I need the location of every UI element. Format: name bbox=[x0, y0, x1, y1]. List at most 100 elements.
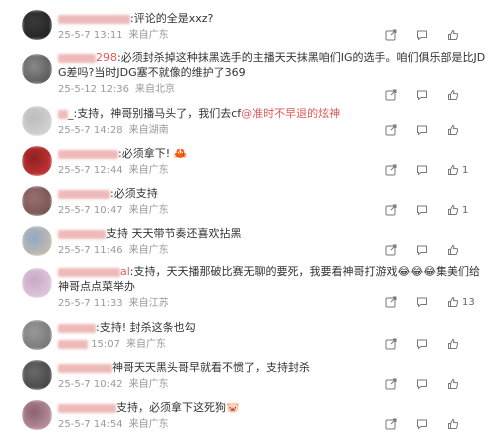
comment-text: al:支持，天天播那破比赛无聊的要死，我要看神哥打游戏😂😂😂集美们给神哥点点菜举… bbox=[58, 264, 486, 294]
share-button[interactable] bbox=[385, 28, 416, 42]
comment-content: :评论的全是xxz? bbox=[130, 12, 214, 25]
username-redacted[interactable] bbox=[58, 267, 120, 277]
like-icon bbox=[447, 204, 459, 216]
share-button[interactable] bbox=[385, 417, 416, 431]
like-button[interactable] bbox=[447, 243, 478, 257]
avatar[interactable] bbox=[22, 106, 52, 136]
comment-time: 25-5-12 12:36 bbox=[58, 84, 130, 95]
reply-button[interactable] bbox=[416, 88, 447, 102]
comment-actions bbox=[385, 123, 478, 137]
reply-button[interactable] bbox=[416, 377, 447, 391]
date-redacted bbox=[58, 339, 88, 349]
share-button[interactable] bbox=[385, 203, 416, 217]
like-icon bbox=[447, 244, 459, 256]
username-redacted[interactable] bbox=[58, 363, 112, 373]
reply-button[interactable] bbox=[416, 417, 447, 431]
comment-time: 25-5-7 11:46 bbox=[58, 245, 123, 256]
comment-location: 来自广东 bbox=[126, 339, 167, 350]
comment-time: 25-5-7 10:47 bbox=[58, 205, 123, 216]
comment-location: 来自湖南 bbox=[128, 125, 169, 136]
comment-location: 来自广东 bbox=[128, 245, 169, 256]
comment-actions: 1 bbox=[385, 203, 478, 217]
reply-button[interactable] bbox=[416, 163, 447, 177]
comment-text: 支持 天天带节奏还喜欢拈黑 bbox=[58, 226, 486, 241]
comment-text: :支持! 封杀这条也勾 bbox=[58, 320, 486, 335]
avatar[interactable] bbox=[22, 54, 52, 84]
like-icon bbox=[447, 418, 459, 430]
reply-button[interactable] bbox=[416, 28, 447, 42]
username-tail[interactable]: 298 bbox=[96, 51, 117, 64]
comment-location: 来自广东 bbox=[128, 205, 169, 216]
share-button[interactable] bbox=[385, 243, 416, 257]
like-button[interactable]: 13 bbox=[447, 295, 478, 309]
avatar[interactable] bbox=[22, 10, 52, 40]
comment-icon bbox=[416, 418, 428, 430]
comment-time: 15:07 bbox=[91, 339, 121, 350]
username-redacted[interactable] bbox=[58, 14, 130, 24]
username-redacted[interactable] bbox=[58, 229, 106, 239]
avatar[interactable] bbox=[22, 400, 52, 430]
username-redacted[interactable] bbox=[58, 189, 110, 199]
avatar[interactable] bbox=[22, 226, 52, 256]
like-icon bbox=[447, 164, 459, 176]
reply-button[interactable] bbox=[416, 337, 447, 351]
comment-text: :必须拿下! 🦀 bbox=[58, 146, 486, 161]
like-button[interactable]: 1 bbox=[447, 203, 478, 217]
avatar[interactable] bbox=[22, 320, 52, 350]
username-redacted[interactable] bbox=[58, 403, 116, 413]
share-button[interactable] bbox=[385, 88, 416, 102]
share-icon bbox=[385, 296, 397, 308]
share-button[interactable] bbox=[385, 163, 416, 177]
like-button[interactable] bbox=[447, 88, 478, 102]
like-button[interactable] bbox=[447, 28, 478, 42]
like-button[interactable] bbox=[447, 123, 478, 137]
avatar[interactable] bbox=[22, 146, 52, 176]
comment-location: 来自广东 bbox=[128, 30, 169, 41]
share-button[interactable] bbox=[385, 295, 416, 309]
share-icon bbox=[385, 204, 397, 216]
username-redacted[interactable] bbox=[58, 109, 68, 119]
comment-content: :必须拿下! 🦀 bbox=[118, 147, 188, 160]
comment-actions bbox=[385, 243, 478, 257]
reply-button[interactable] bbox=[416, 203, 447, 217]
comment-icon bbox=[416, 89, 428, 101]
avatar[interactable] bbox=[22, 186, 52, 216]
like-button[interactable] bbox=[447, 417, 478, 431]
share-button[interactable] bbox=[385, 337, 416, 351]
reply-button[interactable] bbox=[416, 123, 447, 137]
comment-icon bbox=[416, 29, 428, 41]
share-button[interactable] bbox=[385, 123, 416, 137]
comment-time: 25-5-7 13:11 bbox=[58, 30, 123, 41]
reply-button[interactable] bbox=[416, 243, 447, 257]
like-button[interactable] bbox=[447, 337, 478, 351]
comment-actions: 1 bbox=[385, 163, 478, 177]
comment-location: 来自广东 bbox=[128, 419, 169, 430]
comment-actions: 13 bbox=[385, 295, 478, 309]
share-icon bbox=[385, 338, 397, 350]
share-icon bbox=[385, 378, 397, 390]
share-button[interactable] bbox=[385, 377, 416, 391]
like-button[interactable]: 1 bbox=[447, 163, 478, 177]
username-tail[interactable]: al bbox=[120, 265, 130, 278]
avatar[interactable] bbox=[22, 360, 52, 390]
username-redacted[interactable] bbox=[58, 149, 118, 159]
comment-time: 25-5-7 12:44 bbox=[58, 165, 123, 176]
comment-text: :评论的全是xxz? bbox=[58, 11, 486, 26]
comment-icon bbox=[416, 164, 428, 176]
like-icon bbox=[447, 338, 459, 350]
comment-time: 25-5-7 14:28 bbox=[58, 125, 123, 136]
like-button[interactable] bbox=[447, 377, 478, 391]
username-redacted[interactable] bbox=[58, 53, 96, 63]
comment-time: 25-5-7 11:33 bbox=[58, 298, 123, 309]
username-redacted[interactable] bbox=[58, 323, 96, 333]
mention-link[interactable]: @准时不早退的炫神 bbox=[241, 107, 340, 120]
comment-content: :必须封杀掉这种抹黑选手的主播天天抹黑咱们IG的选手。咱们俱乐部是比JDG差吗?… bbox=[58, 51, 486, 79]
comment-content: :支持! 封杀这条也勾 bbox=[96, 321, 196, 334]
share-icon bbox=[385, 89, 397, 101]
share-icon bbox=[385, 244, 397, 256]
reply-button[interactable] bbox=[416, 295, 447, 309]
like-count: 13 bbox=[462, 296, 475, 308]
comment-actions bbox=[385, 28, 478, 42]
comment-content: 支持，必须拿下这死狗🐷 bbox=[116, 401, 240, 414]
avatar[interactable] bbox=[22, 268, 52, 298]
